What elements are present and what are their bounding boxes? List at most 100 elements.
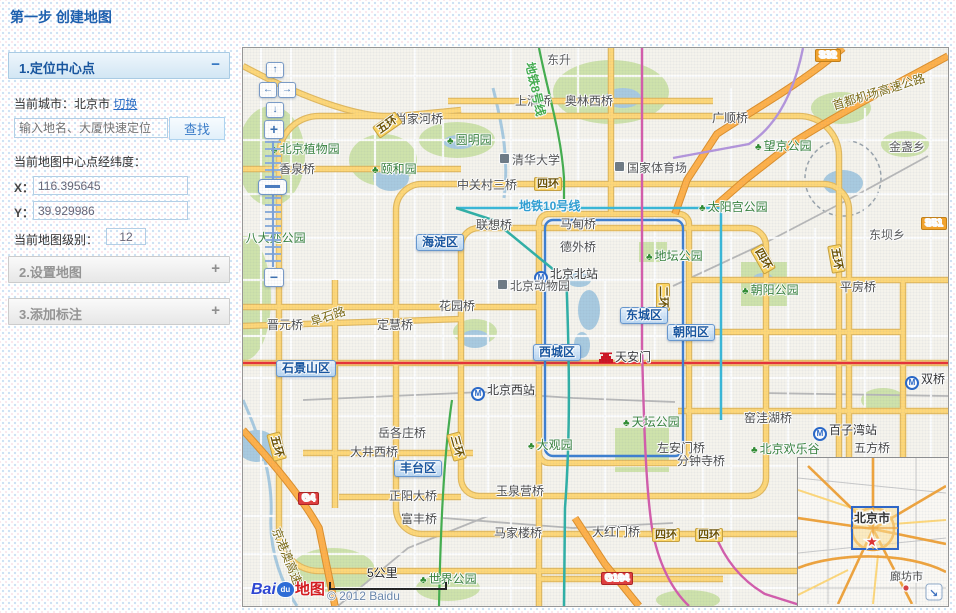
map-label-bridge: 广顺桥 (712, 112, 748, 125)
poi-icon (614, 161, 625, 172)
pan-left-button[interactable]: ← (259, 82, 277, 98)
metro-station-icon: M (813, 427, 827, 441)
map-label-text: 广顺桥 (712, 111, 748, 125)
map-label-text: 金盏乡 (889, 140, 925, 154)
map-label-text: 阜石路 (309, 304, 348, 328)
current-city-value: 北京市 (74, 97, 110, 111)
pan-right-button[interactable]: → (278, 82, 296, 98)
expand-icon[interactable]: + (211, 302, 220, 319)
map-label-bridge: 马甸桥 (560, 218, 596, 231)
map-label-park: ♣圆明园 (447, 134, 492, 147)
page-title: 第一步 创建地图 (10, 7, 112, 27)
map-label-text: 德外桥 (560, 240, 596, 254)
map-label-text: 清华大学 (512, 153, 560, 167)
zoom-slider-handle[interactable] (258, 179, 287, 195)
x-coordinate-input[interactable] (33, 176, 188, 195)
copyright-text: © 2012 Baidu (327, 589, 400, 603)
map-label-poi: 清华大学 (499, 153, 560, 167)
switch-city-link[interactable]: 切换 (113, 97, 137, 111)
y-coordinate-input[interactable] (33, 201, 188, 220)
panel-map-settings-header[interactable]: 2.设置地图 + (8, 256, 230, 283)
search-input[interactable] (14, 118, 168, 138)
map-label-bridge: 分钟寺桥 (677, 455, 725, 468)
search-button[interactable]: 查找 (169, 117, 225, 140)
map-label-park: ♣北京欢乐谷 (751, 443, 820, 456)
map-label-text: 国家体育场 (627, 161, 687, 175)
panel-locate-center-header[interactable]: 1.定位中心点 − (8, 52, 230, 79)
pan-down-button[interactable]: ↓ (266, 102, 284, 118)
map-label-text: 百子湾站 (829, 423, 877, 437)
park-tree-icon: ♣ (742, 286, 749, 297)
park-tree-icon: ♣ (623, 418, 630, 429)
zoom-slider[interactable] (265, 141, 281, 267)
current-city-row: 当前城市：北京市 切换 (14, 95, 137, 112)
zoom-out-button[interactable]: − (264, 268, 284, 287)
map-label-text: 大观园 (537, 438, 573, 452)
map-level-input[interactable] (106, 228, 146, 245)
map-label-text: 颐和园 (381, 162, 417, 176)
map-label-text: 五环 (268, 434, 285, 458)
map-label-district: 东城区 (620, 307, 668, 324)
map-label-text: 北京植物园 (280, 142, 340, 156)
map-label-bridge: 窑洼湖桥 (744, 412, 792, 425)
map-label-gbadge: G4 (298, 492, 319, 505)
map-label-park: ♣大观园 (528, 439, 573, 452)
map-label-text: 中关村三桥 (457, 178, 517, 192)
x-label: X： (14, 179, 34, 196)
map-label-text: 东城区 (626, 308, 662, 322)
map-label-area: 东坝乡 (869, 229, 905, 242)
map-label-text: 香泉桥 (279, 162, 315, 176)
map-label-text: 花园桥 (439, 299, 475, 313)
overview-minimap[interactable]: 北京市 ★ 廊坊市 ↘ (797, 457, 949, 607)
map-label-text: 三环 (448, 434, 465, 458)
map-label-bridge: 大井西桥 (350, 446, 398, 459)
map-label-text: 四环 (537, 178, 559, 190)
map-label-text: S51 (925, 218, 943, 229)
pan-up-button[interactable]: ↑ (266, 62, 284, 78)
map-label-park: ♣颐和园 (372, 163, 417, 176)
map-label-park: ♣地坛公园 (646, 250, 703, 263)
expand-icon[interactable]: + (211, 260, 220, 277)
map-label-ring: 四环 (534, 177, 562, 191)
park-tree-icon: ♣ (372, 165, 379, 176)
map-label-text: 正阳大桥 (389, 489, 437, 503)
map-label-text: 玉泉营桥 (496, 484, 544, 498)
map-label-poi: 国家体育场 (614, 161, 687, 175)
zoom-in-button[interactable]: + (264, 120, 284, 139)
map-label-text: 双桥 (921, 372, 945, 386)
panel-add-marker-header[interactable]: 3.添加标注 + (8, 298, 230, 325)
map-label-text: 窑洼湖桥 (744, 411, 792, 425)
map-label-text: 北京欢乐谷 (760, 442, 820, 456)
map-builder-page: { "page": { "title": "第一步 创建地图" }, "colo… (0, 0, 956, 613)
baidu-paw-icon: du (277, 582, 294, 597)
y-label: Y： (14, 204, 34, 221)
park-tree-icon: ♣ (699, 203, 706, 214)
map-label-subway: 地铁10号线 (519, 200, 580, 213)
park-tree-icon: ♣ (528, 441, 535, 452)
park-tree-icon: ♣ (447, 136, 454, 147)
collapse-icon[interactable]: − (211, 56, 220, 73)
map-label-bridge: 定慧桥 (377, 319, 413, 332)
map-label-bridge: 花园桥 (439, 300, 475, 313)
map-label-text: 圆明园 (456, 133, 492, 147)
map-label-sbadge: S32 (815, 49, 841, 62)
map-label-text: 天坛公园 (632, 415, 680, 429)
map-label-text: 肖家河桥 (395, 112, 443, 126)
map-label-bridge: 联想桥 (476, 219, 512, 232)
map-label-ring: 五环 (372, 111, 403, 139)
map-label-bridge: 德外桥 (560, 241, 596, 254)
map-canvas[interactable]: 东升上清桥奥林西桥肖家河桥广顺桥♣圆明园♣北京植物园♣望京公园金盏乡香泉桥♣颐和… (242, 47, 949, 607)
map-label-sbadge: S51 (921, 217, 947, 230)
park-tree-icon: ♣ (242, 234, 244, 245)
map-label-area: 东升 (547, 54, 571, 67)
map-label-bridge: 马家楼桥 (494, 527, 542, 540)
map-label-metro: M双桥 (905, 373, 945, 390)
map-label-text: 富丰桥 (401, 512, 437, 526)
map-label-text: 望京公园 (764, 139, 812, 153)
tiananmen-icon (598, 351, 614, 363)
map-label-bridge: 岳各庄桥 (378, 427, 426, 440)
slider-grip (265, 185, 280, 188)
map-label-roadname: 首都机场高速公路 (831, 72, 927, 113)
map-label-bridge: 玉泉营桥 (496, 485, 544, 498)
minimap-expand-icon[interactable]: ↘ (929, 588, 938, 600)
